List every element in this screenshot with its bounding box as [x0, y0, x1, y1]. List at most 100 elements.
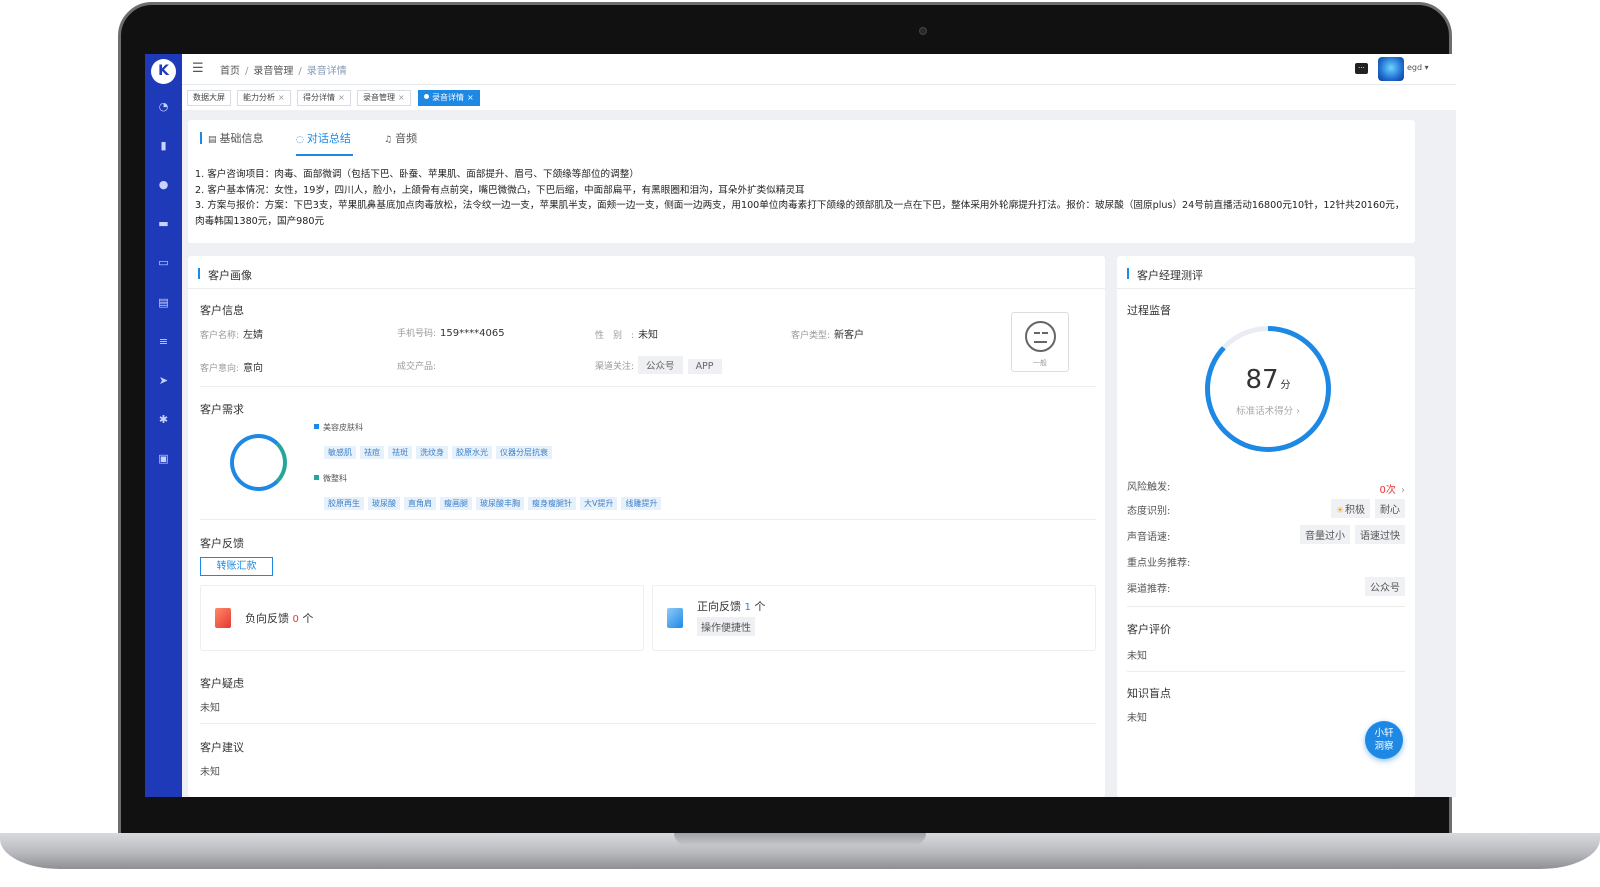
risk-value-link[interactable]: 0次 ›	[1380, 478, 1405, 497]
attitude-tag: 耐心	[1375, 499, 1405, 518]
summary-line: 1. 客户咨询项目：肉毒、面部微调（包括下巴、卧蚕、苹果肌、面部提升、眉弓、下颌…	[195, 169, 639, 180]
tab-audio[interactable]: ♫ 音频	[384, 130, 417, 146]
need-tag: 瘦身瘦腿针	[528, 497, 576, 510]
summary-line: 2. 客户基本情况：女性，19岁，四川人，脸小，上颌骨有点前突，嘴巴微微凸，下巴…	[195, 184, 805, 196]
need-tag: 玻尿酸丰胸	[476, 497, 524, 510]
need-tag: 直角肩	[404, 497, 436, 510]
tab-dialogue-summary[interactable]: ◌ 对话总结	[296, 130, 351, 146]
user-menu[interactable]: egd ▾	[1407, 63, 1429, 72]
channel-recommend-tags: 公众号	[1360, 576, 1405, 596]
risk-label: 风险触发:	[1127, 482, 1171, 493]
positive-feedback-icon	[667, 608, 683, 628]
message-icon[interactable]: ···	[1355, 63, 1368, 74]
page-tab-dashboard[interactable]: 数据大屏	[187, 90, 231, 106]
divider	[1127, 671, 1405, 672]
need-tag: 瘦画腿	[440, 497, 472, 510]
app-screen: K ◔ ▮ ● ▬ ▭ ▤ ≡ ➤ ✱ ▣ ☰ 首页 / 录音管理 / 录音详情 ···…	[145, 54, 1456, 797]
user-icon[interactable]: ●	[155, 176, 172, 193]
monitor-icon[interactable]: ▣	[155, 450, 172, 467]
negative-feedback-label: 负向反馈 0 个	[245, 612, 314, 625]
app-logo[interactable]: K	[151, 59, 176, 84]
top-bar: ☰ 首页 / 录音管理 / 录音详情 ··· egd ▾	[182, 54, 1456, 84]
customer-feedback-title: 客户反馈	[200, 537, 244, 550]
page-tab-ability[interactable]: 能力分析 ×	[237, 90, 291, 106]
gear-icon[interactable]: ✱	[155, 411, 172, 428]
score-ring[interactable]: 87 分 标准话术得分 ›	[1205, 326, 1331, 452]
phone-field: 手机号码: 159****4065	[397, 328, 505, 339]
tab-basic-info[interactable]: ▤ 基础信息	[208, 130, 264, 146]
customer-name-field: 客户名称: 左婧	[200, 330, 264, 341]
need-tags-beauty: 敏感肌 祛痘 祛斑 洗纹身 胶原水光 仪器分层抗衰	[324, 440, 556, 459]
manager-review-card: 客户经理测评 过程监督 87 分 标准话术得分 › 风险触发: 0次 › 态度识别…	[1117, 256, 1415, 797]
camera-icon	[919, 27, 927, 35]
intent-field: 客户意向: 意向	[200, 363, 264, 374]
menu-toggle-icon[interactable]: ☰	[192, 61, 204, 76]
divider	[200, 723, 1096, 724]
need-tag: 敏感肌	[324, 446, 356, 459]
need-tag: 祛斑	[388, 446, 412, 459]
close-icon: ×	[338, 93, 345, 102]
channel-field: 渠道关注: 公众号 APP	[595, 356, 727, 374]
car-icon[interactable]: ▬	[155, 215, 172, 232]
summary-line: 3. 方案与报价：方案：下巴3支，苹果肌鼻基底加点肉毒放松，法令纹一边一支，苹果…	[195, 200, 1405, 227]
breadcrumb-recordings[interactable]: 录音管理	[253, 66, 293, 77]
emotion-label: 一般	[1033, 359, 1047, 367]
list-icon[interactable]: ≡	[155, 333, 172, 350]
page-tab-recording-detail[interactable]: 录音详情 ×	[418, 90, 480, 106]
voice-tag: 语速过快	[1355, 525, 1405, 544]
laptop-notch	[674, 833, 926, 845]
customer-type-field: 客户类型: 新客户	[791, 330, 865, 341]
need-tag: 胶原水光	[452, 446, 492, 459]
negative-feedback-box[interactable]: 负向反馈 0 个	[200, 585, 644, 651]
channel-tag: APP	[687, 359, 722, 374]
sun-icon: ☀	[1335, 506, 1344, 516]
voice-tags: 音量过小 语速过快	[1295, 524, 1405, 544]
feedback-tag-button[interactable]: 转账汇款	[200, 557, 273, 576]
negative-feedback-icon	[215, 608, 231, 628]
customer-portrait-card: 客户画像 客户信息 客户名称: 左婧 手机号码: 159****4065 性 别 :…	[188, 256, 1105, 797]
channel-tag: 公众号	[1365, 577, 1405, 596]
breadcrumb: 首页 / 录音管理 / 录音详情	[220, 66, 347, 77]
legend-square-icon	[314, 424, 319, 429]
close-icon: ×	[467, 93, 474, 102]
divider	[1117, 288, 1415, 289]
divider	[200, 519, 1096, 520]
needs-donut	[230, 434, 287, 491]
score-caption-link[interactable]: 标准话术得分 ›	[1210, 403, 1326, 417]
business-recommend-label: 重点业务推荐:	[1127, 558, 1191, 569]
attitude-tag: ☀积极	[1330, 499, 1370, 518]
channel-recommend-label: 渠道推荐:	[1127, 584, 1171, 595]
tab-marker	[200, 132, 202, 144]
close-icon: ×	[278, 93, 285, 102]
positive-feedback-tag: 操作便捷性	[697, 617, 755, 636]
summary-card: ▤ 基础信息 ◌ 对话总结 ♫ 音频 1. 客户咨询项目：肉毒、面部微调（包括下巴、卧…	[188, 120, 1415, 243]
emotion-indicator: 一般	[1011, 312, 1069, 372]
main-area: ☰ 首页 / 录音管理 / 录音详情 ··· egd ▾ 数据大屏 能力分析 × 得分详情…	[182, 54, 1456, 797]
summary-text: 1. 客户咨询项目：肉毒、面部微调（包括下巴、卧蚕、苹果肌、面部提升、眉弓、下颌…	[195, 167, 1407, 229]
headphones-icon: ♫	[384, 135, 393, 145]
page-tab-recordings[interactable]: 录音管理 ×	[357, 90, 411, 106]
need-tag: 线雕提升	[621, 497, 662, 510]
need-tag: 祛痘	[360, 446, 384, 459]
need-tag: 胶原再生	[324, 497, 364, 510]
positive-feedback-label: 正向反馈 1 个	[697, 600, 766, 613]
bar-chart-icon[interactable]: ▮	[155, 137, 172, 154]
page-tab-score[interactable]: 得分详情 ×	[297, 90, 351, 106]
send-icon[interactable]: ➤	[155, 372, 172, 389]
divider	[200, 386, 1096, 387]
assistant-button[interactable]: 小轩 洞察	[1365, 721, 1403, 759]
customer-concerns-value: 未知	[200, 703, 220, 714]
positive-feedback-box[interactable]: 正向反馈 1 个 操作便捷性	[652, 585, 1096, 651]
dashboard-icon[interactable]: ◔	[155, 98, 172, 115]
database-icon: ▤	[208, 135, 217, 145]
need-category-beauty: 美容皮肤科	[314, 422, 363, 433]
document-icon[interactable]: ▤	[155, 294, 172, 311]
breadcrumb-home[interactable]: 首页	[220, 66, 240, 77]
avatar[interactable]	[1378, 57, 1404, 81]
page-tabs-bar: 数据大屏 能力分析 × 得分详情 × 录音管理 × 录音详情 ×	[182, 84, 1456, 110]
need-tags-micro: 胶原再生 玻尿酸 直角肩 瘦画腿 玻尿酸丰胸 瘦身瘦腿针 大V提升 线雕提升	[324, 491, 665, 510]
score-value: 87 分	[1245, 365, 1291, 395]
chevron-right-icon: ›	[1401, 485, 1405, 496]
need-category-micro: 微整科	[314, 473, 347, 484]
card-icon[interactable]: ▭	[155, 254, 172, 271]
